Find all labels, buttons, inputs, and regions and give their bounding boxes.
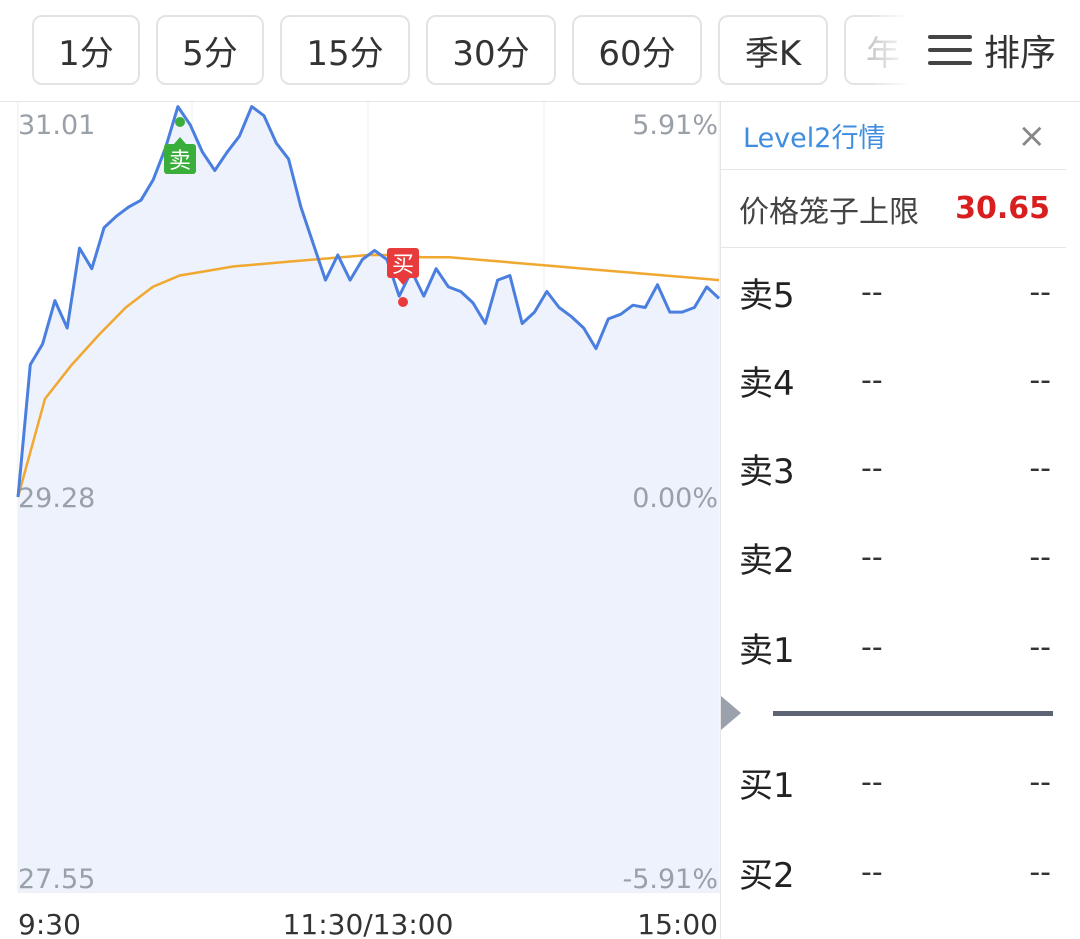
ask-label: 卖5: [739, 275, 795, 316]
bid-label: 买2: [739, 855, 795, 896]
ask-row-3: 卖3 -- --: [721, 438, 1067, 498]
price-cage-label: 价格笼子上限: [739, 194, 919, 230]
pct-base-label: 0.00%: [632, 483, 718, 514]
ask-label: 卖4: [739, 363, 795, 404]
level2-title[interactable]: Level2行情: [743, 116, 885, 155]
price-cage-row: 价格笼子上限 30.65: [721, 170, 1066, 248]
ask-volume: --: [1029, 629, 1051, 665]
time-start-label: 9:30: [18, 908, 81, 939]
price-cage-value: 30.65: [955, 191, 1050, 226]
time-mid-label: 11:30/13:00: [283, 908, 454, 939]
ask-volume: --: [1029, 362, 1051, 398]
tab-30min[interactable]: 30分: [426, 15, 556, 85]
sell-marker-dot: [175, 117, 185, 127]
tab-1min[interactable]: 1分: [32, 15, 140, 85]
buy-marker-dot: [398, 297, 408, 307]
ask-price: --: [861, 274, 883, 310]
ask-price: --: [861, 539, 883, 575]
pct-high-label: 5.91%: [632, 110, 718, 141]
ask-price: --: [861, 629, 883, 665]
ask-volume: --: [1029, 450, 1051, 486]
ask-volume: --: [1029, 274, 1051, 310]
level2-panel: Level2行情 × 价格笼子上限 30.65 卖5 -- -- 卖4 -- -…: [720, 102, 1066, 939]
price-low-label: 27.55: [18, 864, 95, 895]
expand-arrow-icon[interactable]: [721, 696, 741, 730]
bid-row-1: 买1 -- --: [721, 752, 1067, 812]
ask-volume: --: [1029, 539, 1051, 575]
bid-label: 买1: [739, 765, 795, 806]
sort-button[interactable]: 排序: [910, 15, 1080, 85]
intraday-chart[interactable]: 31.01 29.28 27.55 5.91% 0.00% -5.91% 9:3…: [0, 102, 720, 939]
ask-row-1: 卖1 -- --: [721, 617, 1067, 677]
sort-label: 排序: [984, 33, 1057, 74]
level2-header: Level2行情 ×: [721, 102, 1066, 170]
tab-quarter-k[interactable]: 季K: [718, 15, 828, 85]
ask-label: 卖3: [739, 451, 795, 492]
menu-icon: [928, 33, 972, 67]
ask-price: --: [861, 362, 883, 398]
tab-15min[interactable]: 15分: [280, 15, 410, 85]
sell-marker-label: 卖: [169, 149, 191, 174]
price-base-label: 29.28: [18, 483, 95, 514]
bid-price: --: [861, 764, 883, 800]
bid-volume: --: [1029, 854, 1051, 890]
bid-price: --: [861, 854, 883, 890]
tab-scroll-fade: [870, 10, 910, 92]
bid-row-2: 买2 -- --: [721, 842, 1067, 902]
ask-row-2: 卖2 -- --: [721, 527, 1067, 587]
order-book-divider: [773, 711, 1053, 716]
bid-volume: --: [1029, 764, 1051, 800]
close-icon[interactable]: ×: [1018, 119, 1047, 153]
ask-row-5: 卖5 -- --: [721, 262, 1067, 322]
ask-label: 卖2: [739, 540, 795, 581]
time-end-label: 15:00: [637, 908, 718, 939]
period-tab-bar: 1分 5分 15分 30分 60分 季K 年 排序: [0, 0, 1080, 102]
pct-low-label: -5.91%: [622, 864, 718, 895]
ask-row-4: 卖4 -- --: [721, 350, 1067, 410]
ask-price: --: [861, 450, 883, 486]
tab-60min[interactable]: 60分: [572, 15, 702, 85]
price-high-label: 31.01: [18, 110, 95, 141]
tab-5min[interactable]: 5分: [156, 15, 264, 85]
buy-marker-label: 买: [392, 253, 414, 278]
ask-label: 卖1: [739, 630, 795, 671]
